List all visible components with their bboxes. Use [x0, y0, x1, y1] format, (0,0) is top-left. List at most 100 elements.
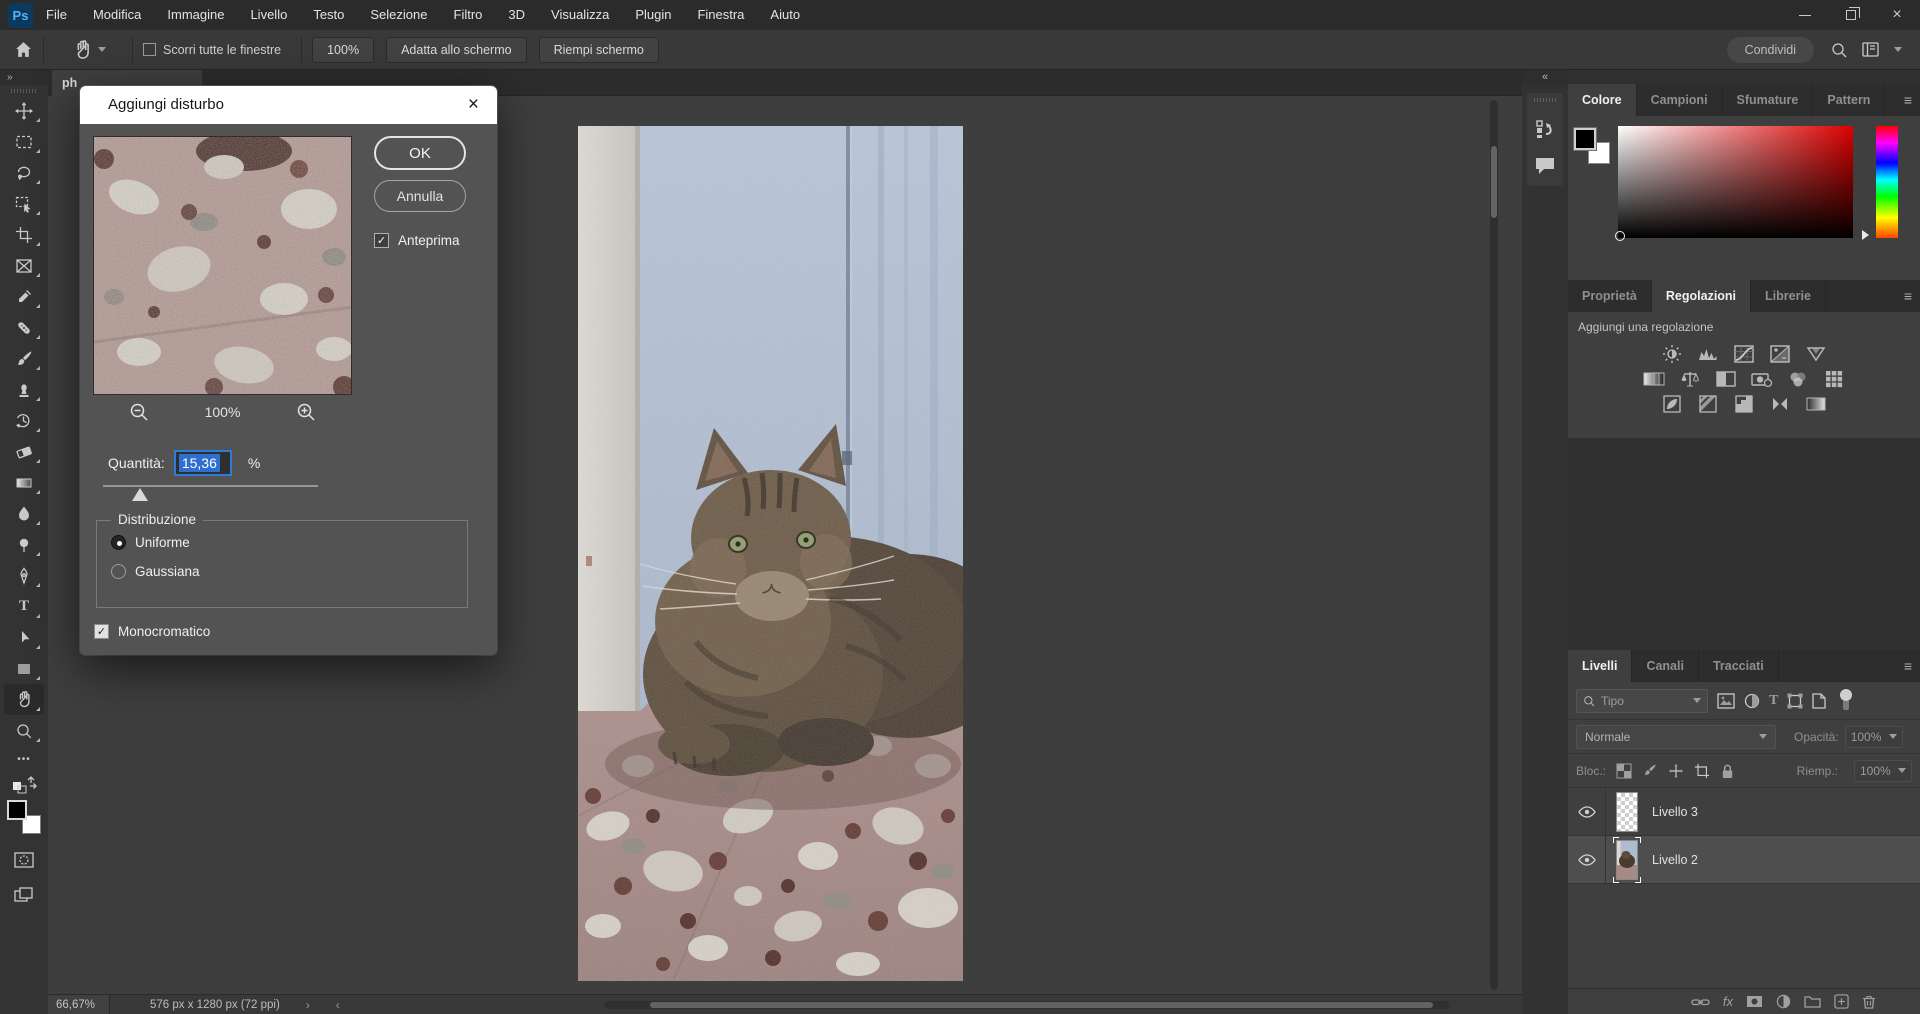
menu-aiuto[interactable]: Aiuto — [757, 0, 813, 30]
zoom-tool[interactable] — [4, 715, 44, 746]
comments-panel-icon[interactable] — [1534, 156, 1556, 176]
layer-name[interactable]: Livello 2 — [1652, 853, 1698, 867]
foreground-color-swatch[interactable] — [7, 800, 27, 820]
filter-adjustment-layers-icon[interactable] — [1744, 693, 1760, 709]
noise-preview[interactable] — [93, 136, 352, 395]
radio-selected-icon[interactable] — [111, 535, 126, 550]
brush-tool[interactable] — [4, 343, 44, 374]
menu-visualizza[interactable]: Visualizza — [538, 0, 622, 30]
menu-livello[interactable]: Livello — [237, 0, 300, 30]
horizontal-scrollbar[interactable] — [604, 1001, 1450, 1009]
opacity-field[interactable]: 100% — [1845, 726, 1903, 748]
checkbox-checked-icon[interactable]: ✓ — [374, 233, 389, 248]
layer-thumbnail[interactable] — [1616, 792, 1638, 832]
tab-livelli[interactable]: Livelli — [1568, 650, 1632, 682]
black-white-icon[interactable] — [1715, 370, 1737, 388]
filter-shape-layers-icon[interactable] — [1787, 693, 1803, 709]
lock-all-icon[interactable] — [1720, 763, 1735, 779]
monochromatic-option[interactable]: ✓ Monocromatico — [94, 624, 210, 639]
zoom-out-icon[interactable] — [129, 402, 149, 422]
home-icon[interactable] — [14, 40, 33, 59]
gradient-map-icon[interactable] — [1805, 395, 1827, 413]
menu-plugin[interactable]: Plugin — [622, 0, 684, 30]
checkbox-checked-icon[interactable]: ✓ — [94, 624, 109, 639]
scroll-all-windows-checkbox[interactable] — [143, 43, 156, 56]
invert-icon[interactable] — [1661, 395, 1683, 413]
history-brush-tool[interactable] — [4, 405, 44, 436]
new-layer-icon[interactable] — [1834, 994, 1849, 1009]
posterize-icon[interactable] — [1697, 395, 1719, 413]
color-lookup-icon[interactable] — [1823, 370, 1845, 388]
eraser-tool[interactable] — [4, 436, 44, 467]
rectangle-tool[interactable] — [4, 653, 44, 684]
selective-color-icon[interactable] — [1769, 395, 1791, 413]
layer-visibility-toggle[interactable] — [1568, 836, 1606, 883]
blend-mode-select[interactable]: Normale — [1576, 725, 1776, 749]
filter-pixel-layers-icon[interactable] — [1717, 693, 1735, 709]
lock-pixels-icon[interactable] — [1642, 763, 1658, 779]
panel-menu-icon[interactable]: ≡ — [1904, 84, 1912, 116]
dialog-titlebar[interactable]: Aggiungi disturbo × — [80, 86, 497, 124]
panel-menu-icon[interactable]: ≡ — [1904, 650, 1912, 682]
link-layers-icon[interactable] — [1691, 996, 1710, 1008]
restore-button[interactable] — [1828, 0, 1874, 30]
zoom-in-icon[interactable] — [296, 402, 316, 422]
curves-icon[interactable] — [1733, 345, 1755, 363]
layer-filter-type-select[interactable]: Tipo — [1576, 689, 1708, 713]
quick-mask-icon[interactable] — [4, 844, 44, 875]
swap-colors-icon[interactable] — [0, 772, 48, 794]
tool-preset-hand[interactable] — [72, 39, 106, 61]
saturation-brightness-field[interactable] — [1618, 126, 1853, 238]
hue-saturation-icon[interactable] — [1643, 370, 1665, 388]
preview-option[interactable]: ✓ Anteprima — [374, 233, 460, 248]
type-tool[interactable]: T — [4, 591, 44, 622]
tab-tracciati[interactable]: Tracciati — [1699, 650, 1779, 682]
search-icon[interactable] — [1830, 41, 1848, 59]
exposure-icon[interactable] — [1769, 345, 1791, 363]
tab-librerie[interactable]: Librerie — [1751, 280, 1826, 312]
workspace-icon[interactable] — [1862, 42, 1880, 58]
menu-immagine[interactable]: Immagine — [154, 0, 237, 30]
dodge-tool[interactable] — [4, 529, 44, 560]
scroll-left-icon[interactable]: ‹ — [336, 998, 340, 1012]
menu-file[interactable]: File — [33, 0, 80, 30]
vibrance-icon[interactable] — [1805, 345, 1827, 363]
dock-collapse-icon[interactable]: « — [1522, 70, 1568, 85]
menu-3d[interactable]: 3D — [495, 0, 538, 30]
foreground-background-swatches[interactable] — [7, 800, 41, 834]
gradient-tool[interactable] — [4, 467, 44, 498]
add-layer-mask-icon[interactable] — [1746, 995, 1763, 1008]
radio-unselected-icon[interactable] — [111, 564, 126, 579]
levels-icon[interactable] — [1697, 345, 1719, 363]
tab-proprieta[interactable]: Proprietà — [1568, 280, 1652, 312]
spot-healing-brush-tool[interactable] — [4, 312, 44, 343]
document-image[interactable] — [578, 126, 963, 981]
menu-selezione[interactable]: Selezione — [357, 0, 440, 30]
layer-thumbnail[interactable] — [1616, 840, 1638, 880]
zoom-100-button[interactable]: 100% — [312, 37, 374, 63]
color-balance-icon[interactable] — [1679, 370, 1701, 388]
hand-tool[interactable] — [4, 684, 44, 715]
blur-tool[interactable] — [4, 498, 44, 529]
panel-menu-icon[interactable]: ≡ — [1904, 280, 1912, 312]
menu-modifica[interactable]: Modifica — [80, 0, 154, 30]
cancel-button[interactable]: Annulla — [374, 180, 466, 212]
chevron-down-icon[interactable] — [1894, 47, 1902, 56]
clone-stamp-tool[interactable] — [4, 374, 44, 405]
frame-tool[interactable] — [4, 250, 44, 281]
tab-regolazioni[interactable]: Regolazioni — [1652, 280, 1751, 312]
fill-field[interactable]: 100% — [1854, 760, 1912, 782]
history-panel-icon[interactable] — [1534, 118, 1556, 140]
menu-testo[interactable]: Testo — [300, 0, 357, 30]
lock-transparency-icon[interactable] — [1616, 763, 1632, 779]
ok-button[interactable]: OK — [374, 136, 466, 170]
uniform-option[interactable]: Uniforme — [111, 535, 467, 550]
tab-campioni[interactable]: Campioni — [1637, 84, 1723, 116]
tab-sfumature[interactable]: Sfumature — [1723, 84, 1814, 116]
layer-row-livello-3[interactable]: Livello 3 — [1568, 788, 1920, 836]
lock-artboard-icon[interactable] — [1694, 763, 1710, 779]
path-selection-tool[interactable] — [4, 622, 44, 653]
channel-mixer-icon[interactable] — [1787, 370, 1809, 388]
new-group-icon[interactable] — [1804, 995, 1821, 1008]
hue-slider-arrow[interactable] — [1862, 230, 1874, 240]
